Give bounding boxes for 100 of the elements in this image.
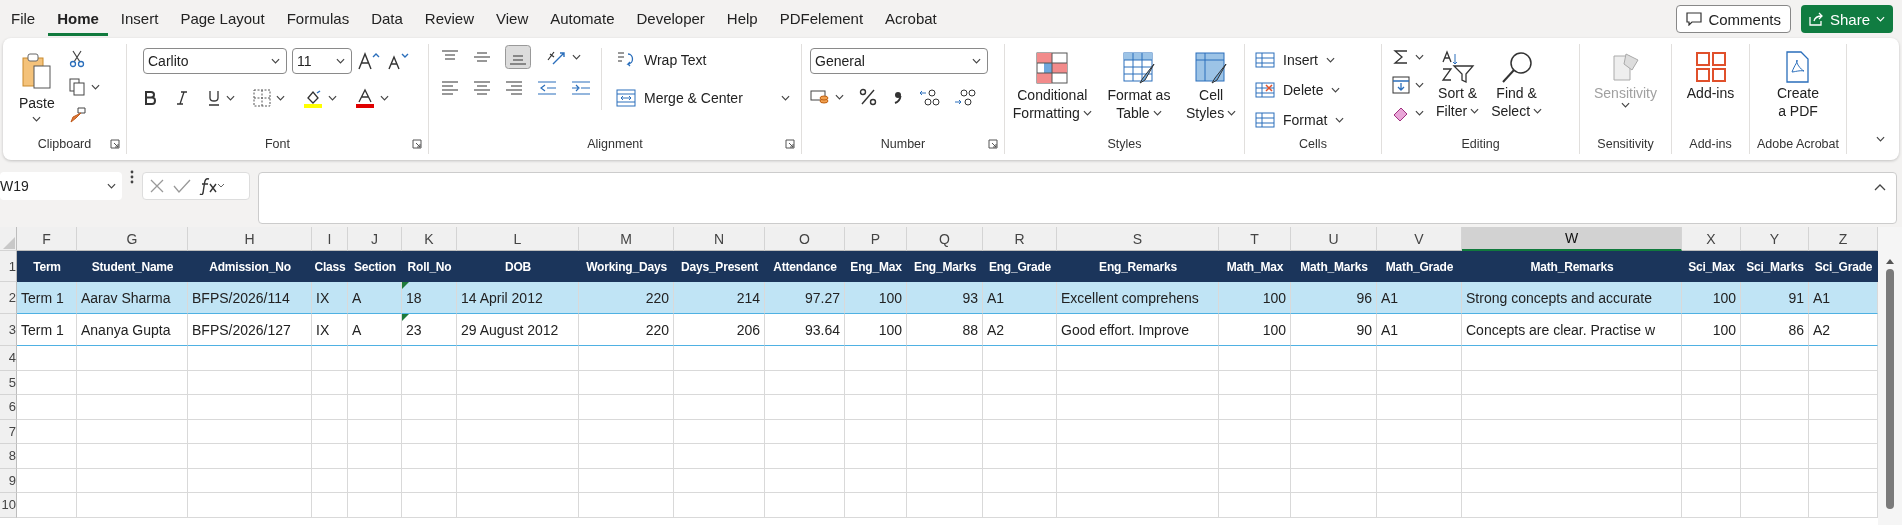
empty-cell[interactable] <box>457 444 579 469</box>
menu-tab[interactable]: Developer <box>627 2 714 36</box>
empty-cell[interactable] <box>1377 493 1462 518</box>
empty-cell[interactable] <box>348 346 402 371</box>
empty-cell[interactable] <box>402 468 457 493</box>
dialog-launcher-icon[interactable] <box>110 139 120 149</box>
column-header[interactable]: F <box>17 227 77 251</box>
empty-cell[interactable] <box>1462 444 1682 469</box>
align-center-icon[interactable] <box>473 80 491 96</box>
row-number[interactable]: 9 <box>0 468 17 493</box>
row-number[interactable]: 6 <box>0 395 17 420</box>
scroll-thumb[interactable] <box>1886 269 1894 509</box>
empty-cell[interactable] <box>674 493 765 518</box>
empty-cell[interactable] <box>188 370 312 395</box>
empty-cell[interactable] <box>457 370 579 395</box>
empty-cell[interactable] <box>1291 419 1377 444</box>
cells-button[interactable]: Delete <box>1255 78 1341 102</box>
cells-button[interactable]: Format <box>1255 108 1345 132</box>
menu-tab[interactable]: Formulas <box>277 2 359 36</box>
empty-cell[interactable] <box>845 395 907 420</box>
empty-cell[interactable] <box>765 395 845 420</box>
empty-cell[interactable] <box>188 444 312 469</box>
empty-cell[interactable] <box>1741 395 1809 420</box>
menu-tab[interactable]: Home <box>48 2 108 36</box>
empty-cell[interactable] <box>983 493 1057 518</box>
dialog-launcher-icon[interactable] <box>988 139 998 149</box>
empty-cell[interactable] <box>983 444 1057 469</box>
empty-cell[interactable] <box>1291 346 1377 371</box>
row-number[interactable]: 2 <box>0 282 17 314</box>
column-header[interactable]: G <box>77 227 188 251</box>
empty-cell[interactable] <box>907 493 983 518</box>
column-header[interactable]: U <box>1291 227 1377 251</box>
empty-cell[interactable] <box>348 370 402 395</box>
empty-cell[interactable] <box>77 444 188 469</box>
align-right-icon[interactable] <box>505 80 523 96</box>
empty-cell[interactable] <box>1057 370 1219 395</box>
empty-cell[interactable] <box>1377 346 1462 371</box>
empty-cell[interactable] <box>1291 444 1377 469</box>
empty-cell[interactable] <box>348 444 402 469</box>
find-select-button[interactable]: Find & Select <box>1485 48 1549 122</box>
empty-cell[interactable] <box>1377 395 1462 420</box>
percent-icon[interactable] <box>858 88 878 106</box>
empty-cell[interactable] <box>579 493 674 518</box>
comments-button[interactable]: Comments <box>1676 5 1791 33</box>
empty-cell[interactable] <box>312 444 348 469</box>
borders-icon[interactable] <box>253 89 271 107</box>
empty-cell[interactable] <box>1057 493 1219 518</box>
empty-cell[interactable] <box>765 346 845 371</box>
empty-cell[interactable] <box>348 493 402 518</box>
column-header[interactable]: J <box>348 227 402 251</box>
row-number[interactable]: 4 <box>0 346 17 371</box>
empty-cell[interactable] <box>579 444 674 469</box>
empty-cell[interactable] <box>457 419 579 444</box>
empty-cell[interactable] <box>765 493 845 518</box>
empty-cell[interactable] <box>457 395 579 420</box>
share-button[interactable]: Share <box>1800 5 1893 33</box>
empty-cell[interactable] <box>1682 444 1741 469</box>
font-name-dropdown[interactable]: Carlito <box>143 48 287 74</box>
empty-cell[interactable] <box>188 346 312 371</box>
empty-cell[interactable] <box>1291 370 1377 395</box>
sum-icon[interactable] <box>1392 48 1410 66</box>
empty-cell[interactable] <box>77 346 188 371</box>
cancel-icon[interactable] <box>149 178 165 194</box>
empty-cell[interactable] <box>1682 370 1741 395</box>
row-number[interactable]: 1 <box>0 251 17 282</box>
menu-tab[interactable]: File <box>2 2 45 36</box>
row-number[interactable]: 8 <box>0 444 17 469</box>
column-header[interactable]: L <box>457 227 579 251</box>
empty-cell[interactable] <box>845 444 907 469</box>
column-header[interactable]: I <box>312 227 348 251</box>
empty-cell[interactable] <box>674 370 765 395</box>
menu-tab[interactable]: Help <box>717 2 767 36</box>
empty-cell[interactable] <box>674 395 765 420</box>
empty-cell[interactable] <box>983 370 1057 395</box>
empty-cell[interactable] <box>312 346 348 371</box>
empty-cell[interactable] <box>1219 346 1291 371</box>
column-header[interactable]: Z <box>1809 227 1878 251</box>
empty-cell[interactable] <box>402 493 457 518</box>
cells-button[interactable]: Insert <box>1255 48 1335 72</box>
empty-cell[interactable] <box>1291 493 1377 518</box>
empty-cell[interactable] <box>188 493 312 518</box>
row-number[interactable]: 7 <box>0 419 17 444</box>
empty-cell[interactable] <box>348 419 402 444</box>
empty-cell[interactable] <box>1682 493 1741 518</box>
column-header[interactable]: S <box>1057 227 1219 251</box>
empty-cell[interactable] <box>674 468 765 493</box>
wrap-text-button[interactable]: Wrap Text <box>616 48 790 72</box>
merge-center-button[interactable]: Merge & Center <box>616 86 790 110</box>
empty-cell[interactable] <box>77 419 188 444</box>
align-bottom-icon[interactable] <box>505 45 531 69</box>
empty-cell[interactable] <box>907 444 983 469</box>
empty-cell[interactable] <box>765 444 845 469</box>
empty-cell[interactable] <box>1462 493 1682 518</box>
empty-cell[interactable] <box>402 346 457 371</box>
empty-cell[interactable] <box>579 370 674 395</box>
empty-cell[interactable] <box>1291 395 1377 420</box>
create-pdf-button[interactable]: Create a PDF <box>1771 48 1825 122</box>
empty-cell[interactable] <box>1291 468 1377 493</box>
empty-cell[interactable] <box>457 493 579 518</box>
empty-cell[interactable] <box>907 468 983 493</box>
